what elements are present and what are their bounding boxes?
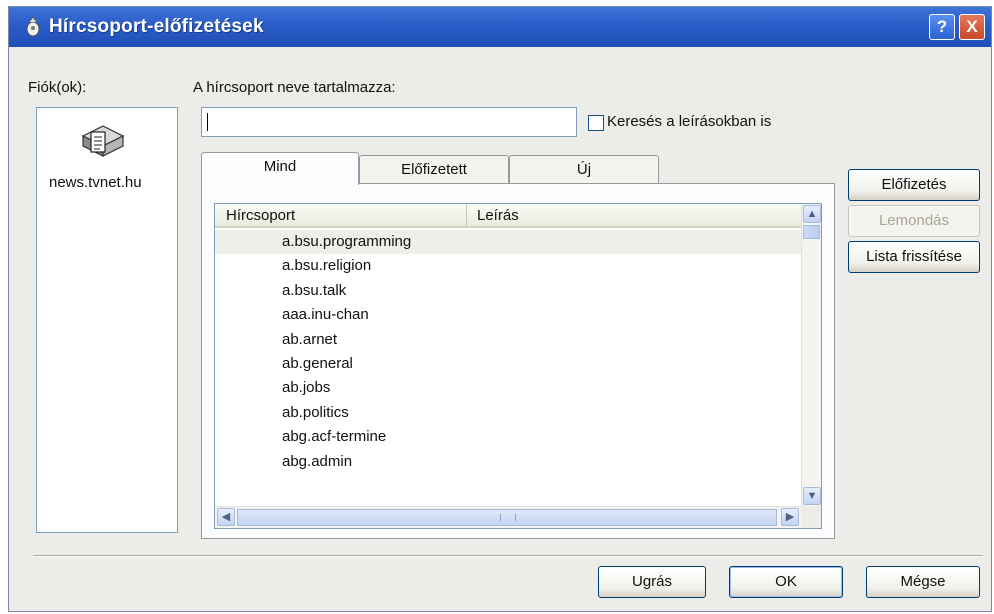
footer-separator <box>33 555 983 557</box>
horizontal-scroll-thumb[interactable] <box>237 509 777 526</box>
search-descriptions-label[interactable]: Keresés a leírásokban is <box>607 113 771 130</box>
close-button[interactable]: X <box>959 14 985 40</box>
vertical-scroll-thumb[interactable] <box>803 225 820 239</box>
account-name: news.tvnet.hu <box>49 174 142 191</box>
search-label-text: A hírcsoport neve tartalmazza: <box>193 79 396 96</box>
cancel-button[interactable]: Mégse <box>866 566 980 598</box>
newsgroup-app-icon <box>26 16 40 37</box>
title-bar[interactable]: Hírcsoport-előfizetések ? X <box>9 7 991 47</box>
ok-button[interactable]: OK <box>729 566 843 598</box>
goto-button[interactable]: Ugrás <box>598 566 706 598</box>
scroll-left-icon[interactable]: ◀ <box>217 508 235 526</box>
list-item[interactable]: ab.politics <box>215 401 801 425</box>
scroll-right-icon[interactable]: ▶ <box>781 508 799 526</box>
list-item[interactable]: ab.general <box>215 352 801 376</box>
search-label: A hírcsoport neve tartalmazza: <box>193 79 396 96</box>
list-item[interactable]: a.bsu.programming <box>215 230 801 255</box>
tab-all[interactable]: Mind <box>201 152 359 185</box>
list-item[interactable]: abg.admin <box>215 450 801 474</box>
accounts-list[interactable]: news.tvnet.hu <box>36 107 178 533</box>
accounts-label: Fiók(ok): <box>28 79 87 96</box>
refresh-list-button[interactable]: Lista frissítése <box>848 241 980 273</box>
text-caret <box>207 113 208 131</box>
search-input[interactable] <box>201 107 577 137</box>
scrollbar-corner <box>801 506 821 528</box>
column-header-newsgroup[interactable]: Hírcsoport <box>215 204 467 228</box>
dialog-title: Hírcsoport-előfizetések <box>49 16 264 37</box>
tab-new[interactable]: Új <box>509 155 659 185</box>
list-item[interactable]: aaa.inu-chan <box>215 303 801 327</box>
scroll-down-icon[interactable]: ▼ <box>803 487 821 505</box>
newsgroup-list[interactable]: Hírcsoport Leírás a.bsu.programming a.bs… <box>214 203 822 529</box>
help-button[interactable]: ? <box>929 14 955 40</box>
subscribe-button[interactable]: Előfizetés <box>848 169 980 201</box>
list-item[interactable]: a.bsu.religion <box>215 254 801 278</box>
news-server-icon <box>81 125 125 157</box>
newsgroup-subscriptions-dialog: Hírcsoport-előfizetések ? X Fiók(ok): ne… <box>8 6 992 612</box>
column-header-description[interactable]: Leírás <box>467 204 801 228</box>
list-item[interactable]: a.bsu.talk <box>215 279 801 303</box>
unsubscribe-button[interactable]: Lemondás <box>848 205 980 237</box>
vertical-scrollbar[interactable]: ▲ ▼ <box>801 204 821 506</box>
tab-subscribed[interactable]: Előfizetett <box>359 155 509 185</box>
search-descriptions-checkbox[interactable] <box>588 115 604 131</box>
scroll-up-icon[interactable]: ▲ <box>803 205 821 223</box>
list-item[interactable]: ab.jobs <box>215 376 801 400</box>
scroll-grip-icon <box>500 514 516 521</box>
newsgroup-rows: a.bsu.programming a.bsu.religion a.bsu.t… <box>215 230 801 474</box>
horizontal-scrollbar[interactable]: ◀ ▶ <box>215 506 801 528</box>
list-item[interactable]: abg.acf-termine <box>215 425 801 449</box>
list-item[interactable]: ab.arnet <box>215 328 801 352</box>
